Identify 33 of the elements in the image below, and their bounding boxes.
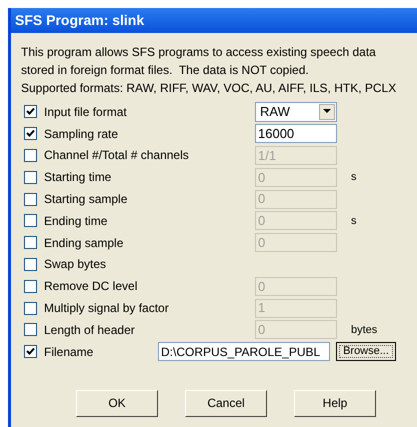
unit-label: s bbox=[351, 170, 356, 186]
option-label: Filename bbox=[44, 344, 94, 361]
filename-field[interactable]: D:\CORPUS_PAROLE_PUBL bbox=[158, 342, 330, 362]
option-label: Ending sample bbox=[44, 234, 124, 252]
dialog-button[interactable]: Cancel bbox=[185, 390, 267, 417]
option-label: Remove DC level bbox=[44, 278, 138, 296]
option-label: Multiply signal by factor bbox=[44, 300, 170, 318]
check-icon bbox=[26, 129, 35, 138]
option-label: Starting sample bbox=[44, 191, 128, 208]
description-text: stored in foreign format files. The data is NOT copied. bbox=[21, 62, 309, 79]
option-label: Length of header bbox=[44, 322, 136, 339]
input-field[interactable]: 16000 bbox=[255, 124, 337, 144]
browse-button[interactable]: Browse... bbox=[336, 342, 396, 362]
unit-label: s bbox=[351, 214, 356, 229]
option-label: Ending time bbox=[44, 212, 108, 230]
checkbox[interactable] bbox=[24, 258, 37, 271]
option-label: Swap bytes bbox=[44, 256, 108, 274]
check-icon bbox=[26, 347, 35, 356]
option-label: Sampling rate bbox=[44, 126, 120, 143]
dialog-button[interactable]: OK bbox=[76, 390, 158, 417]
option-label: Input file format bbox=[44, 104, 128, 121]
check-icon bbox=[26, 107, 35, 116]
unit-label: bytes bbox=[351, 322, 378, 338]
format-dropdown[interactable]: RAW bbox=[255, 102, 337, 122]
checkbox[interactable] bbox=[24, 105, 37, 118]
description-text: This program allows SFS programs to access existing speech data bbox=[21, 44, 376, 61]
checkbox[interactable] bbox=[24, 345, 37, 358]
option-label: Channel #/Total # channels bbox=[44, 147, 190, 164]
option-label: Starting time bbox=[44, 169, 112, 186]
checkbox[interactable] bbox=[24, 127, 37, 140]
window-title: SFS Program: slink bbox=[15, 11, 144, 30]
description-text: Supported formats: RAW, RIFF, WAV, VOC, AU, AIFF, ILS, HTK, PCLX bbox=[21, 80, 396, 97]
dialog-button[interactable]: Help bbox=[294, 390, 376, 417]
